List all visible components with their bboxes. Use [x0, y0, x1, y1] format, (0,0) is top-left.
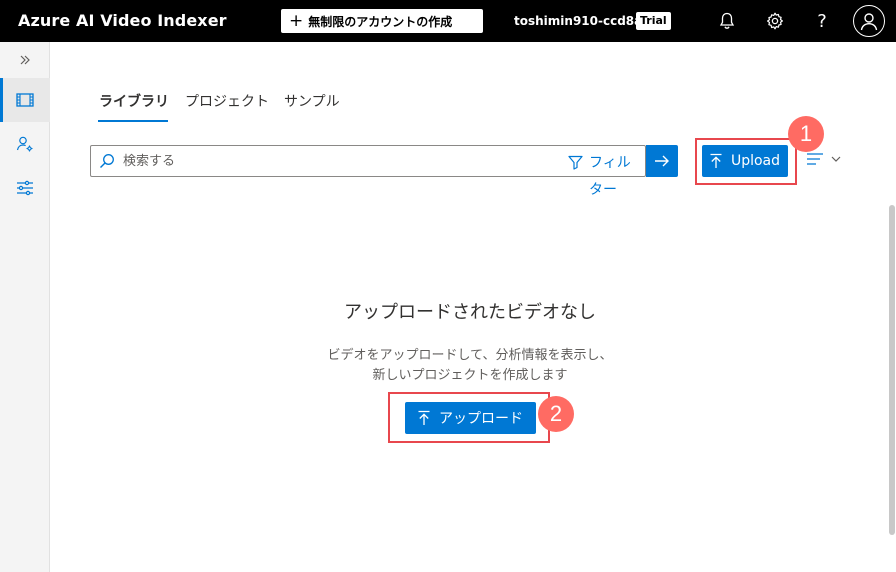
help-icon[interactable]: ? — [812, 11, 832, 32]
empty-state-title: アップロードされたビデオなし — [344, 302, 596, 323]
chevron-down-icon — [831, 156, 841, 162]
upload-label: Upload — [730, 153, 781, 169]
sidebar-item-library[interactable] — [0, 78, 50, 122]
empty-state-description-line2: 新しいプロジェクトを作成します — [372, 368, 568, 383]
top-bar: Azure AI Video Indexer + 無制限のアカウントの作成 to… — [0, 0, 896, 42]
gear-icon[interactable] — [765, 11, 785, 31]
empty-state-upload-button[interactable]: アップロード — [405, 402, 536, 434]
view-options-button[interactable] — [806, 152, 842, 166]
search-icon — [99, 153, 115, 173]
create-account-label: 無制限のアカウントの作成 — [308, 14, 453, 29]
user-avatar[interactable] — [853, 5, 885, 37]
search-box — [90, 145, 646, 177]
empty-state-upload-label: アップロード — [439, 411, 523, 427]
create-unlimited-account-button[interactable]: + 無制限のアカウントの作成 — [281, 9, 483, 33]
expand-nav-icon[interactable] — [0, 50, 50, 70]
active-tab-indicator — [98, 120, 168, 122]
sidebar-item-people[interactable] — [0, 122, 50, 166]
upload-icon — [710, 153, 722, 168]
list-view-icon — [807, 153, 823, 165]
user-icon — [860, 13, 878, 31]
step-badge-2: 2 — [538, 396, 574, 432]
filter-button[interactable]: フィルター — [568, 150, 646, 204]
trial-badge: Trial — [636, 12, 671, 30]
bell-icon[interactable] — [717, 11, 737, 31]
search-submit-button[interactable] — [646, 145, 678, 177]
app-title[interactable]: Azure AI Video Indexer — [18, 11, 227, 30]
film-icon — [16, 93, 34, 107]
tab-samples[interactable]: サンプル — [284, 91, 340, 111]
people-settings-icon — [16, 136, 33, 152]
upload-button[interactable]: Upload — [702, 145, 788, 177]
plus-icon: + — [289, 10, 304, 31]
sliders-icon — [17, 180, 33, 196]
tab-library[interactable]: ライブラリ — [99, 91, 169, 111]
empty-state-description-line1: ビデオをアップロードして、分析情報を表示し、 — [327, 348, 613, 363]
filter-icon — [568, 155, 583, 170]
search-input[interactable] — [123, 151, 543, 171]
filter-label: フィルター — [589, 155, 631, 198]
upload-icon — [418, 410, 430, 425]
sidebar-item-customize[interactable] — [0, 166, 50, 210]
tab-projects[interactable]: プロジェクト — [185, 91, 269, 111]
account-name[interactable]: toshimin910-ccd8ab — [514, 14, 651, 28]
arrow-right-icon — [655, 155, 669, 167]
step-badge-1: 1 — [788, 116, 824, 152]
vertical-scrollbar[interactable] — [889, 205, 895, 535]
